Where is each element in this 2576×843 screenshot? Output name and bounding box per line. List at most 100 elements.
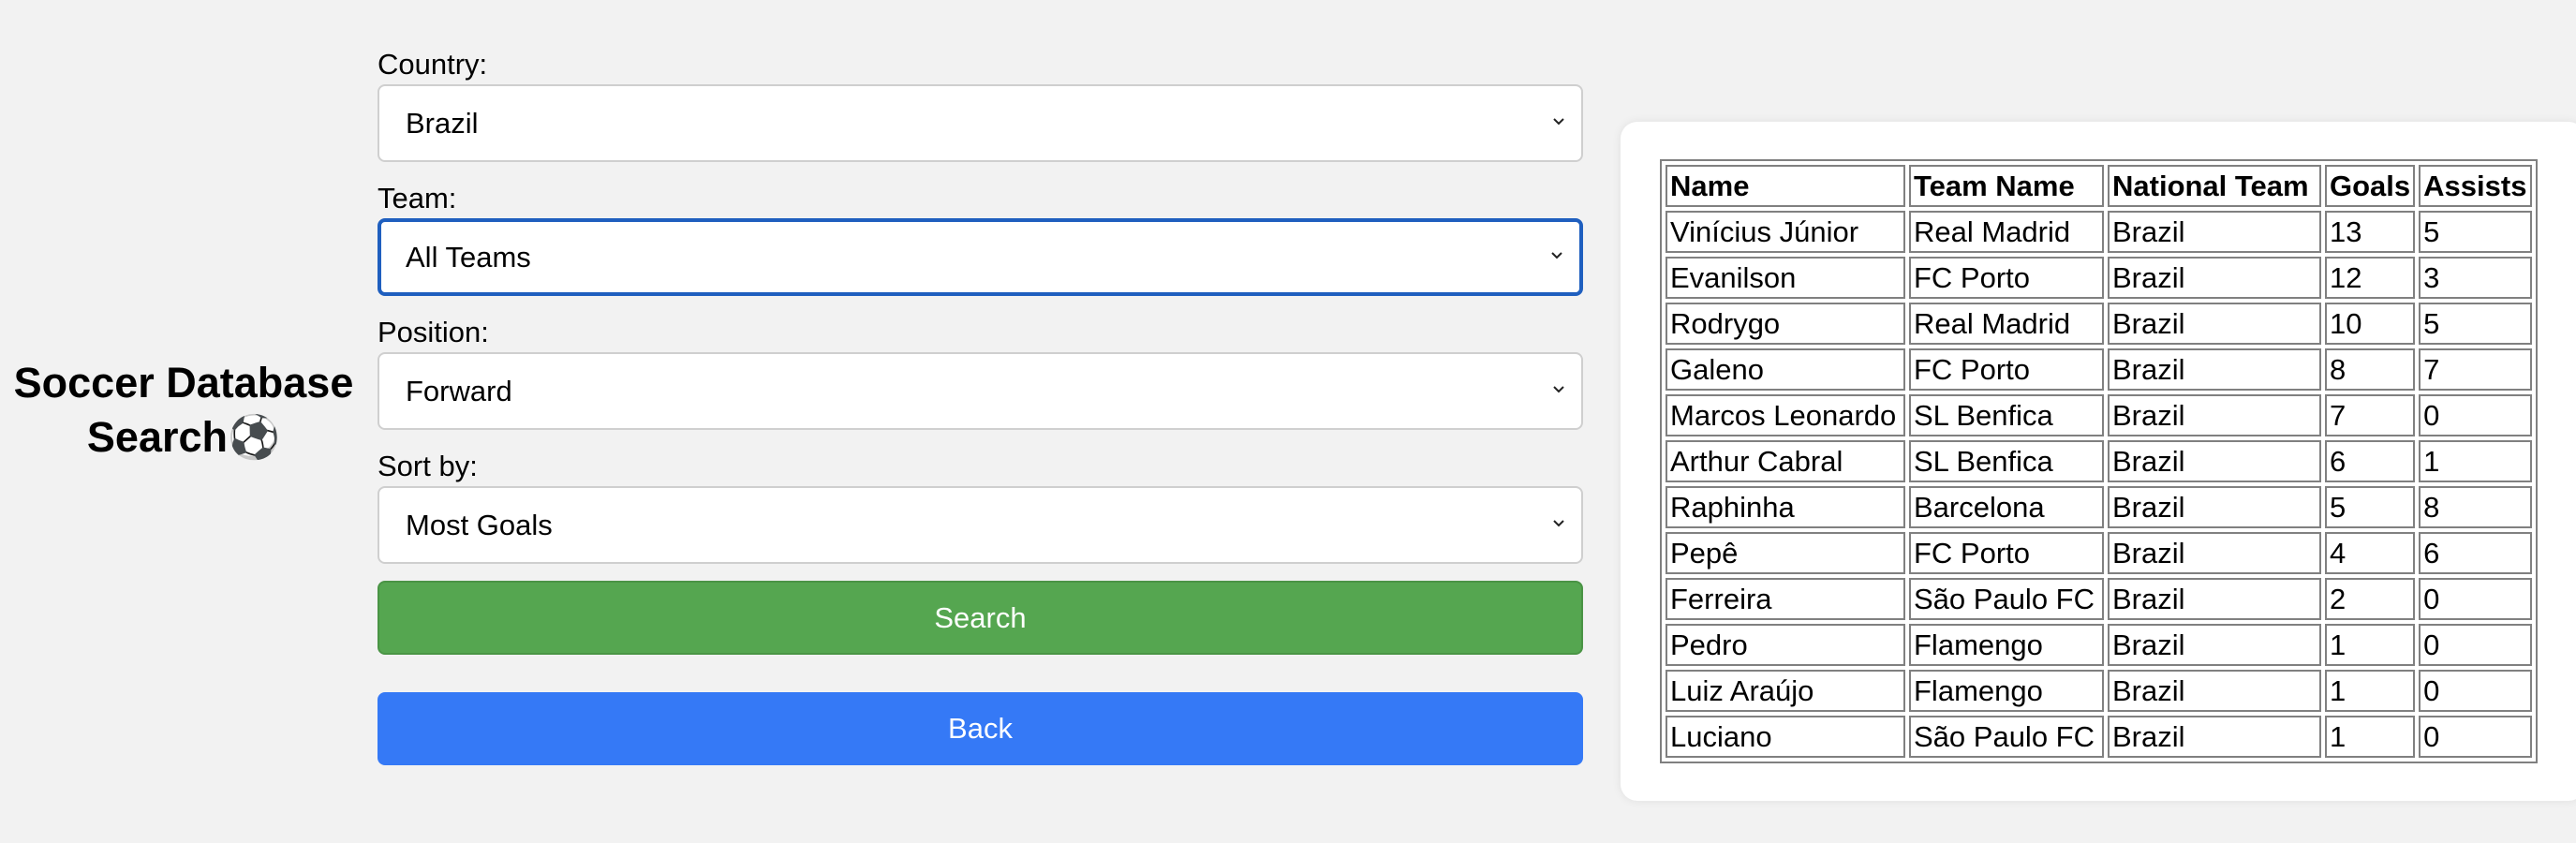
header-team-name: Team Name <box>1909 165 2104 207</box>
country-select-value: Brazil <box>406 107 479 140</box>
cell-goals: 1 <box>2325 716 2416 758</box>
cell-assists: 0 <box>2419 670 2533 712</box>
cell-team-name: Real Madrid <box>1909 303 2104 345</box>
chevron-down-icon <box>1549 247 1564 262</box>
header-name: Name <box>1666 165 1905 207</box>
cell-team-name: SL Benfica <box>1909 440 2104 482</box>
cell-national-team: Brazil <box>2108 532 2321 574</box>
header-goals: Goals <box>2325 165 2416 207</box>
results-body: Vinícius Júnior Real Madrid Brazil 13 5 Evan… <box>1666 211 2533 758</box>
cell-goals: 1 <box>2325 624 2416 666</box>
cell-goals: 7 <box>2325 394 2416 436</box>
cell-goals: 6 <box>2325 440 2416 482</box>
cell-name: Evanilson <box>1666 257 1905 299</box>
cell-name: Luiz Araújo <box>1666 670 1905 712</box>
cell-goals: 12 <box>2325 257 2416 299</box>
table-row: Vinícius Júnior Real Madrid Brazil 13 5 <box>1666 211 2533 253</box>
position-select-value: Forward <box>406 375 512 407</box>
header-assists: Assists <box>2419 165 2533 207</box>
cell-national-team: Brazil <box>2108 394 2321 436</box>
team-select-value: All Teams <box>406 241 531 274</box>
table-row: Luiz Araújo Flamengo Brazil 1 0 <box>1666 670 2533 712</box>
cell-assists: 5 <box>2419 303 2533 345</box>
cell-national-team: Brazil <box>2108 303 2321 345</box>
cell-goals: 4 <box>2325 532 2416 574</box>
position-label: Position: <box>378 316 489 348</box>
header-national-team: National Team <box>2108 165 2321 207</box>
cell-name: Vinícius Júnior <box>1666 211 1905 253</box>
cell-national-team: Brazil <box>2108 486 2321 528</box>
table-row: Galeno FC Porto Brazil 8 7 <box>1666 348 2533 391</box>
cell-assists: 7 <box>2419 348 2533 391</box>
cell-name: Ferreira <box>1666 578 1905 620</box>
cell-national-team: Brazil <box>2108 257 2321 299</box>
cell-goals: 5 <box>2325 486 2416 528</box>
cell-team-name: SL Benfica <box>1909 394 2104 436</box>
cell-assists: 8 <box>2419 486 2533 528</box>
cell-assists: 1 <box>2419 440 2533 482</box>
cell-team-name: FC Porto <box>1909 532 2104 574</box>
cell-goals: 10 <box>2325 303 2416 345</box>
cell-name: Marcos Leonardo <box>1666 394 1905 436</box>
search-button[interactable]: Search <box>378 581 1583 655</box>
table-row: Pepê FC Porto Brazil 4 6 <box>1666 532 2533 574</box>
table-row: Evanilson FC Porto Brazil 12 3 <box>1666 257 2533 299</box>
cell-national-team: Brazil <box>2108 578 2321 620</box>
results-panel: Name Team Name National Team Goals Assis… <box>1621 122 2576 801</box>
cell-national-team: Brazil <box>2108 670 2321 712</box>
table-row: Raphinha Barcelona Brazil 5 8 <box>1666 486 2533 528</box>
cell-team-name: FC Porto <box>1909 348 2104 391</box>
cell-assists: 3 <box>2419 257 2533 299</box>
soccer-ball-icon: ⚽ <box>228 413 281 461</box>
cell-name: Raphinha <box>1666 486 1905 528</box>
chevron-down-icon <box>1551 515 1566 530</box>
table-row: Arthur Cabral SL Benfica Brazil 6 1 <box>1666 440 2533 482</box>
cell-national-team: Brazil <box>2108 716 2321 758</box>
cell-name: Pepê <box>1666 532 1905 574</box>
table-row: Marcos Leonardo SL Benfica Brazil 7 0 <box>1666 394 2533 436</box>
cell-name: Rodrygo <box>1666 303 1905 345</box>
cell-team-name: São Paulo FC <box>1909 578 2104 620</box>
cell-name: Galeno <box>1666 348 1905 391</box>
table-row: Pedro Flamengo Brazil 1 0 <box>1666 624 2533 666</box>
chevron-down-icon <box>1551 381 1566 396</box>
team-select[interactable]: All Teams <box>378 218 1583 296</box>
sort-label: Sort by: <box>378 450 478 482</box>
cell-goals: 1 <box>2325 670 2416 712</box>
team-label: Team: <box>378 182 457 214</box>
cell-assists: 0 <box>2419 578 2533 620</box>
sort-select-value: Most Goals <box>406 509 553 541</box>
cell-national-team: Brazil <box>2108 211 2321 253</box>
cell-assists: 0 <box>2419 394 2533 436</box>
sort-select[interactable]: Most Goals <box>378 486 1583 564</box>
cell-national-team: Brazil <box>2108 624 2321 666</box>
page-title: Soccer Database Search⚽ <box>0 356 367 465</box>
cell-assists: 5 <box>2419 211 2533 253</box>
cell-team-name: Flamengo <box>1909 624 2104 666</box>
cell-national-team: Brazil <box>2108 440 2321 482</box>
cell-national-team: Brazil <box>2108 348 2321 391</box>
table-header-row: Name Team Name National Team Goals Assis… <box>1666 165 2533 207</box>
cell-name: Luciano <box>1666 716 1905 758</box>
cell-team-name: Real Madrid <box>1909 211 2104 253</box>
cell-goals: 2 <box>2325 578 2416 620</box>
cell-goals: 13 <box>2325 211 2416 253</box>
cell-name: Arthur Cabral <box>1666 440 1905 482</box>
table-row: Luciano São Paulo FC Brazil 1 0 <box>1666 716 2533 758</box>
cell-team-name: FC Porto <box>1909 257 2104 299</box>
cell-team-name: Flamengo <box>1909 670 2104 712</box>
search-form: Country: Brazil Team: All Teams Position… <box>378 45 1583 765</box>
cell-goals: 8 <box>2325 348 2416 391</box>
cell-assists: 6 <box>2419 532 2533 574</box>
country-select[interactable]: Brazil <box>378 84 1583 162</box>
cell-team-name: Barcelona <box>1909 486 2104 528</box>
page-title-text: Soccer Database Search <box>13 359 354 461</box>
position-select[interactable]: Forward <box>378 352 1583 430</box>
country-label: Country: <box>378 48 488 81</box>
cell-assists: 0 <box>2419 716 2533 758</box>
back-button[interactable]: Back <box>378 692 1583 765</box>
cell-name: Pedro <box>1666 624 1905 666</box>
cell-team-name: São Paulo FC <box>1909 716 2104 758</box>
results-table: Name Team Name National Team Goals Assis… <box>1660 159 2539 763</box>
table-row: Ferreira São Paulo FC Brazil 2 0 <box>1666 578 2533 620</box>
